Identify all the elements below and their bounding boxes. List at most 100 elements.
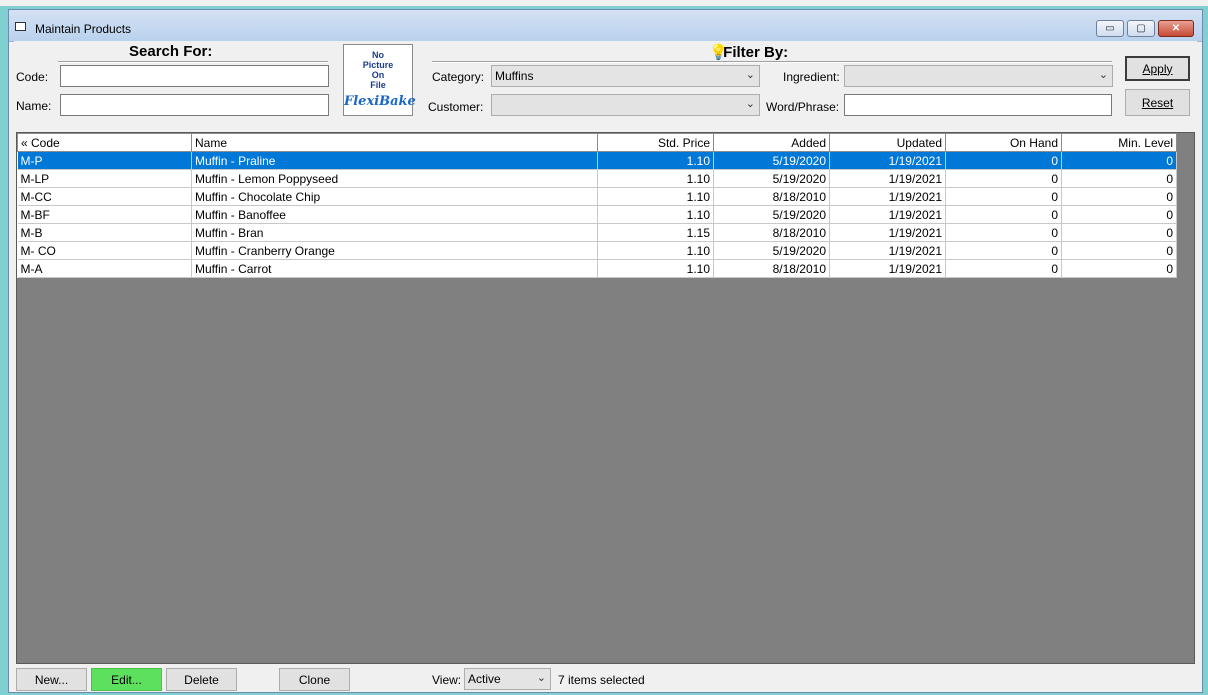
column-header-min-level[interactable]: Min. Level bbox=[1061, 133, 1177, 152]
cell-min-level: 0 bbox=[1061, 151, 1177, 170]
cell-added: 5/19/2020 bbox=[713, 151, 830, 170]
cell-price: 1.10 bbox=[597, 169, 714, 188]
cell-min-level: 0 bbox=[1061, 205, 1177, 224]
customer-select[interactable]: ⌄ bbox=[491, 94, 760, 116]
cell-name: Muffin - Banoffee bbox=[191, 205, 598, 224]
filter-heading: 💡 Filter By: bbox=[709, 43, 788, 61]
cell-price: 1.10 bbox=[597, 187, 714, 206]
menu-bar bbox=[0, 0, 1208, 6]
code-input[interactable] bbox=[60, 65, 329, 87]
cell-code: M- CO bbox=[17, 241, 192, 260]
name-input[interactable] bbox=[60, 94, 329, 116]
column-header-added[interactable]: Added bbox=[713, 133, 830, 152]
name-label: Name: bbox=[16, 99, 52, 113]
new-button[interactable]: New... bbox=[16, 668, 87, 691]
cell-code: M-A bbox=[17, 259, 192, 278]
cell-price: 1.10 bbox=[597, 241, 714, 260]
cell-code: M-BF bbox=[17, 205, 192, 224]
chevron-down-icon: ⌄ bbox=[1098, 69, 1108, 81]
code-label: Code: bbox=[16, 70, 49, 84]
cell-updated: 1/19/2021 bbox=[829, 205, 946, 224]
picture-text-on: On bbox=[371, 70, 385, 80]
category-select[interactable]: Muffins ⌄ bbox=[491, 65, 760, 87]
table-row[interactable]: M-LP Muffin - Lemon Poppyseed 1.10 5/19/… bbox=[17, 169, 1177, 188]
table-row[interactable]: M-B Muffin - Bran 1.15 8/18/2010 1/19/20… bbox=[17, 223, 1177, 242]
reset-button-label: Reset bbox=[1141, 95, 1174, 110]
cell-on-hand: 0 bbox=[945, 151, 1062, 170]
table-row[interactable]: M-CC Muffin - Chocolate Chip 1.10 8/18/2… bbox=[17, 187, 1177, 206]
picture-text-no: No bbox=[372, 50, 384, 60]
cell-added: 5/19/2020 bbox=[713, 205, 830, 224]
cell-updated: 1/19/2021 bbox=[829, 151, 946, 170]
cell-price: 1.15 bbox=[597, 223, 714, 242]
ingredient-select[interactable]: ⌄ bbox=[844, 65, 1113, 87]
cell-on-hand: 0 bbox=[945, 169, 1062, 188]
column-header-on-hand[interactable]: On Hand bbox=[945, 133, 1062, 152]
view-select[interactable]: Active ⌄ bbox=[464, 668, 551, 690]
table-header-row: « Code Name Std. Price Added Updated On … bbox=[17, 133, 1177, 152]
category-value: Muffins bbox=[495, 69, 534, 83]
cell-name: Muffin - Lemon Poppyseed bbox=[191, 169, 598, 188]
title-bar: Maintain Products ▭ ▢ ✕ bbox=[9, 10, 1202, 42]
ingredient-label: Ingredient: bbox=[783, 70, 840, 84]
window-title: Maintain Products bbox=[35, 22, 132, 36]
cell-updated: 1/19/2021 bbox=[829, 223, 946, 242]
cell-name: Muffin - Bran bbox=[191, 223, 598, 242]
cell-added: 8/18/2010 bbox=[713, 187, 830, 206]
products-table: « Code Name Std. Price Added Updated On … bbox=[17, 133, 1177, 278]
minimize-button[interactable]: ▭ bbox=[1096, 20, 1124, 37]
cell-min-level: 0 bbox=[1061, 241, 1177, 260]
products-grid[interactable]: « Code Name Std. Price Added Updated On … bbox=[16, 132, 1195, 664]
delete-button[interactable]: Delete bbox=[166, 668, 237, 691]
cell-added: 5/19/2020 bbox=[713, 169, 830, 188]
cell-code: M-P bbox=[17, 151, 192, 170]
search-heading-rule bbox=[58, 61, 328, 63]
cell-updated: 1/19/2021 bbox=[829, 259, 946, 278]
cell-code: M-B bbox=[17, 223, 192, 242]
cell-updated: 1/19/2021 bbox=[829, 169, 946, 188]
edit-button[interactable]: Edit... bbox=[91, 668, 162, 691]
product-picture: No Picture On File FlexiBake bbox=[343, 44, 416, 116]
flexibake-logo: FlexiBake bbox=[344, 94, 416, 109]
column-header-name[interactable]: Name bbox=[191, 133, 598, 152]
close-button[interactable]: ✕ bbox=[1158, 20, 1194, 37]
cell-on-hand: 0 bbox=[945, 223, 1062, 242]
maintain-products-window: Maintain Products ▭ ▢ ✕ Search For: Code… bbox=[8, 9, 1203, 693]
cell-on-hand: 0 bbox=[945, 259, 1062, 278]
cell-name: Muffin - Chocolate Chip bbox=[191, 187, 598, 206]
word-phrase-input[interactable] bbox=[844, 94, 1112, 116]
reset-button[interactable]: Reset bbox=[1125, 89, 1190, 116]
cell-code: M-LP bbox=[17, 169, 192, 188]
cell-on-hand: 0 bbox=[945, 241, 1062, 260]
cell-updated: 1/19/2021 bbox=[829, 241, 946, 260]
window-app-icon[interactable] bbox=[15, 22, 26, 31]
cell-name: Muffin - Cranberry Orange bbox=[191, 241, 598, 260]
main-panel: Search For: Code: Name: No Picture On Fi… bbox=[14, 41, 1197, 691]
clone-button[interactable]: Clone bbox=[279, 668, 350, 691]
cell-on-hand: 0 bbox=[945, 187, 1062, 206]
table-row[interactable]: M-A Muffin - Carrot 1.10 8/18/2010 1/19/… bbox=[17, 259, 1177, 278]
cell-name: Muffin - Praline bbox=[191, 151, 598, 170]
chevron-down-icon: ⌄ bbox=[745, 98, 755, 110]
search-heading: Search For: bbox=[129, 43, 213, 60]
table-row[interactable]: M-P Muffin - Praline 1.10 5/19/2020 1/19… bbox=[17, 151, 1177, 170]
chevron-down-icon: ⌄ bbox=[745, 69, 755, 81]
column-header-updated[interactable]: Updated bbox=[829, 133, 946, 152]
apply-button[interactable]: Apply bbox=[1125, 56, 1190, 81]
cell-min-level: 0 bbox=[1061, 187, 1177, 206]
apply-button-label: Apply bbox=[1142, 61, 1173, 76]
cell-price: 1.10 bbox=[597, 151, 714, 170]
word-phrase-label: Word/Phrase: bbox=[766, 100, 840, 114]
table-row[interactable]: M- CO Muffin - Cranberry Orange 1.10 5/1… bbox=[17, 241, 1177, 260]
picture-text-picture: Picture bbox=[362, 60, 394, 70]
column-header-code[interactable]: « Code bbox=[17, 133, 192, 152]
cell-added: 8/18/2010 bbox=[713, 223, 830, 242]
view-value: Active bbox=[468, 672, 501, 686]
customer-label: Customer: bbox=[428, 100, 484, 114]
chevron-down-icon: ⌄ bbox=[536, 672, 546, 684]
table-row[interactable]: M-BF Muffin - Banoffee 1.10 5/19/2020 1/… bbox=[17, 205, 1177, 224]
restore-button[interactable]: ▢ bbox=[1127, 20, 1155, 37]
cell-price: 1.10 bbox=[597, 259, 714, 278]
products-table-body: M-P Muffin - Praline 1.10 5/19/2020 1/19… bbox=[17, 151, 1177, 278]
column-header-std-price[interactable]: Std. Price bbox=[597, 133, 714, 152]
